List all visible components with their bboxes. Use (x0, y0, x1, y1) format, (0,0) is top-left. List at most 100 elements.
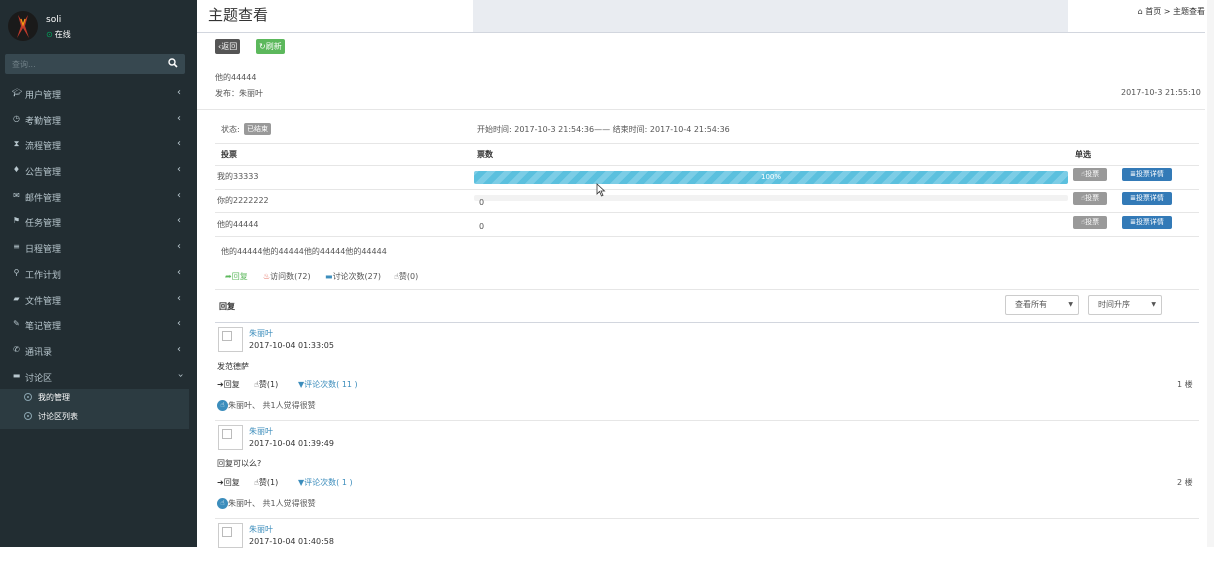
vote-detail-button[interactable]: ≣投票详情 (1122, 192, 1172, 205)
vote-detail-button-label: 投票详情 (1135, 218, 1164, 226)
sidebar-item-notice[interactable]: ♦ 公告管理 ‹ (0, 157, 197, 183)
user-status: ⊙ 在线 (46, 29, 71, 40)
liked-by: ☝ 朱丽叶、 共1人觉得很赞 (217, 400, 316, 411)
list-icon: ≡ (13, 242, 20, 252)
divider (215, 189, 1199, 190)
sidebar-item-notes[interactable]: ✎ 笔记管理 ‹ (0, 311, 197, 337)
floor-number: 1 楼 (1177, 380, 1193, 389)
sidebar-item-discussion[interactable]: ▬ 讨论区 ‹ (0, 363, 197, 389)
vote-button[interactable]: ☝投票 (1073, 192, 1107, 205)
sidebar-item-label: 任务管理 (25, 219, 62, 230)
tasks-icon: ⚲ (13, 267, 20, 277)
chevron-left-icon: ‹ (177, 189, 181, 201)
like-button[interactable]: ☝赞(1) (254, 477, 278, 488)
vote-count: 0 (479, 222, 485, 231)
comments-toggle[interactable]: ▼评论次数( 11 ) (298, 379, 358, 390)
vote-count: 0 (479, 198, 485, 207)
reply-author[interactable]: 朱丽叶 (249, 328, 273, 339)
vote-detail-button[interactable]: ≣投票详情 (1122, 168, 1172, 181)
sidebar-item-contacts[interactable]: ✆ 通讯录 ‹ (0, 337, 197, 363)
sidebar-item-attendance[interactable]: ◷ 考勤管理 ‹ (0, 106, 197, 132)
sidebar-item-label: 日程管理 (25, 245, 62, 256)
comment-icon: ▬ (325, 272, 333, 281)
sidebar-item-files[interactable]: ▰ 文件管理 ‹ (0, 286, 197, 312)
topic-publisher: 发布：朱丽叶 (215, 89, 263, 98)
divider (215, 289, 1199, 290)
sidebar-item-label: 讨论区 (25, 373, 53, 384)
user-status-label: 在线 (54, 30, 71, 39)
reply-sort-select[interactable]: 时间升序 ▼ (1088, 295, 1162, 315)
sidebar-item-tasks[interactable]: ⚑ 任务管理 ‹ (0, 208, 197, 234)
sidebar-item-workplan[interactable]: ⚲ 工作计划 ‹ (0, 260, 197, 286)
sidebar-subitem-my-manage[interactable]: 我的管理 (0, 389, 189, 408)
vote-col-type: 单选 (1075, 150, 1091, 159)
vote-button[interactable]: ☝投票 (1073, 216, 1107, 229)
vote-option: 我的33333 (217, 172, 259, 181)
chevron-left-icon: ‹ (177, 292, 181, 304)
vote-detail-button[interactable]: ≣投票详情 (1122, 216, 1172, 229)
divider (215, 212, 1199, 213)
sidebar-item-label: 用户管理 (25, 91, 62, 101)
circle-icon (24, 412, 32, 420)
back-button-label: 返回 (221, 42, 238, 51)
vote-progress-bar (474, 195, 1068, 201)
breadcrumb-home[interactable]: 首页 (1145, 7, 1161, 16)
breadcrumb-current: 主题查看 (1173, 7, 1205, 16)
header-band (473, 0, 1068, 33)
chevron-left-icon: ‹ (177, 87, 181, 98)
avatar[interactable] (8, 11, 38, 41)
divider (215, 165, 1199, 166)
like-button[interactable]: ☝赞(1) (254, 379, 278, 390)
sidebar-item-mail[interactable]: ✉ 邮件管理 ‹ (0, 183, 197, 209)
sidebar-item-users[interactable]: 🎓︎ 用户管理 ‹ (0, 80, 197, 106)
replies-title: 回复 (219, 302, 235, 311)
vote-button-label: 投票 (1085, 194, 1100, 202)
vote-option: 你的2222222 (217, 196, 269, 205)
status-badge: 已结束 (244, 123, 271, 135)
divider (197, 109, 1205, 110)
sidebar-subitem-discussion-list[interactable]: 讨论区列表 (0, 408, 189, 427)
chevron-left-icon: ‹ (177, 318, 181, 330)
reply-link[interactable]: ➦回复 (225, 271, 248, 282)
chevron-left-icon: ‹ (177, 215, 181, 227)
thumbs-up-icon: ☝ (217, 400, 228, 411)
share-icon: ➜ (217, 478, 224, 487)
like-count[interactable]: ☝赞(0) (394, 271, 418, 282)
page-scrollbar[interactable] (1207, 0, 1214, 547)
chevron-down-icon: ‹ (175, 373, 187, 378)
reply-filter-select[interactable]: 查看所有 ▼ (1005, 295, 1079, 315)
vote-progress-label: 100% (760, 173, 781, 181)
refresh-button-label: 刷新 (265, 42, 282, 51)
search-icon[interactable] (168, 58, 178, 71)
refresh-button[interactable]: ↻刷新 (256, 39, 285, 54)
sidebar-menu: 🎓︎ 用户管理 ‹ ◷ 考勤管理 ‹ ⧗ 流程管理 ‹ ♦ 公告管理 ‹ ✉ 邮件管理 ‹ ⚑ 任务管… (0, 80, 197, 388)
vote-button[interactable]: ☝投票 (1073, 168, 1107, 181)
back-button[interactable]: ‹返回 (215, 39, 241, 54)
sidebar-item-label: 邮件管理 (25, 193, 62, 204)
share-icon: ➦ (225, 272, 232, 281)
like-count-label: 赞(0) (398, 272, 419, 281)
comments-toggle[interactable]: ▼评论次数( 1 ) (298, 477, 353, 488)
breadcrumb: ⌂ 首页 > 主题查看 (1138, 6, 1205, 17)
reply-button[interactable]: ➜回复 (217, 379, 240, 390)
sidebar-item-label: 文件管理 (25, 296, 62, 307)
search-input[interactable]: 查询... (12, 59, 36, 70)
sidebar-search[interactable]: 查询... (5, 54, 185, 74)
home-icon: ⌂ (1137, 7, 1143, 16)
vote-period: 开始时间: 2017-10-3 21:54:36—— 结束时间: 2017-10… (477, 125, 730, 134)
reply-time: 2017-10-04 01:40:58 (249, 537, 334, 546)
reply-sort-value: 时间升序 (1098, 300, 1130, 309)
vote-col-count: 票数 (477, 150, 493, 159)
reply-author[interactable]: 朱丽叶 (249, 426, 273, 437)
reply-button[interactable]: ➜回复 (217, 477, 240, 488)
sidebar-item-schedule[interactable]: ≡ 日程管理 ‹ (0, 234, 197, 260)
divider (215, 322, 1199, 323)
chevron-left-icon: ‹ (177, 241, 181, 253)
reply-avatar (218, 425, 243, 450)
divider (197, 32, 1205, 33)
comments-toggle-label: 评论次数( 11 ) (304, 380, 358, 389)
vote-status-label: 状态: (221, 125, 240, 134)
sidebar-item-process[interactable]: ⧗ 流程管理 ‹ (0, 131, 197, 157)
liked-by-label: 朱丽叶、 共1人觉得很赞 (228, 499, 316, 508)
reply-author[interactable]: 朱丽叶 (249, 524, 273, 535)
